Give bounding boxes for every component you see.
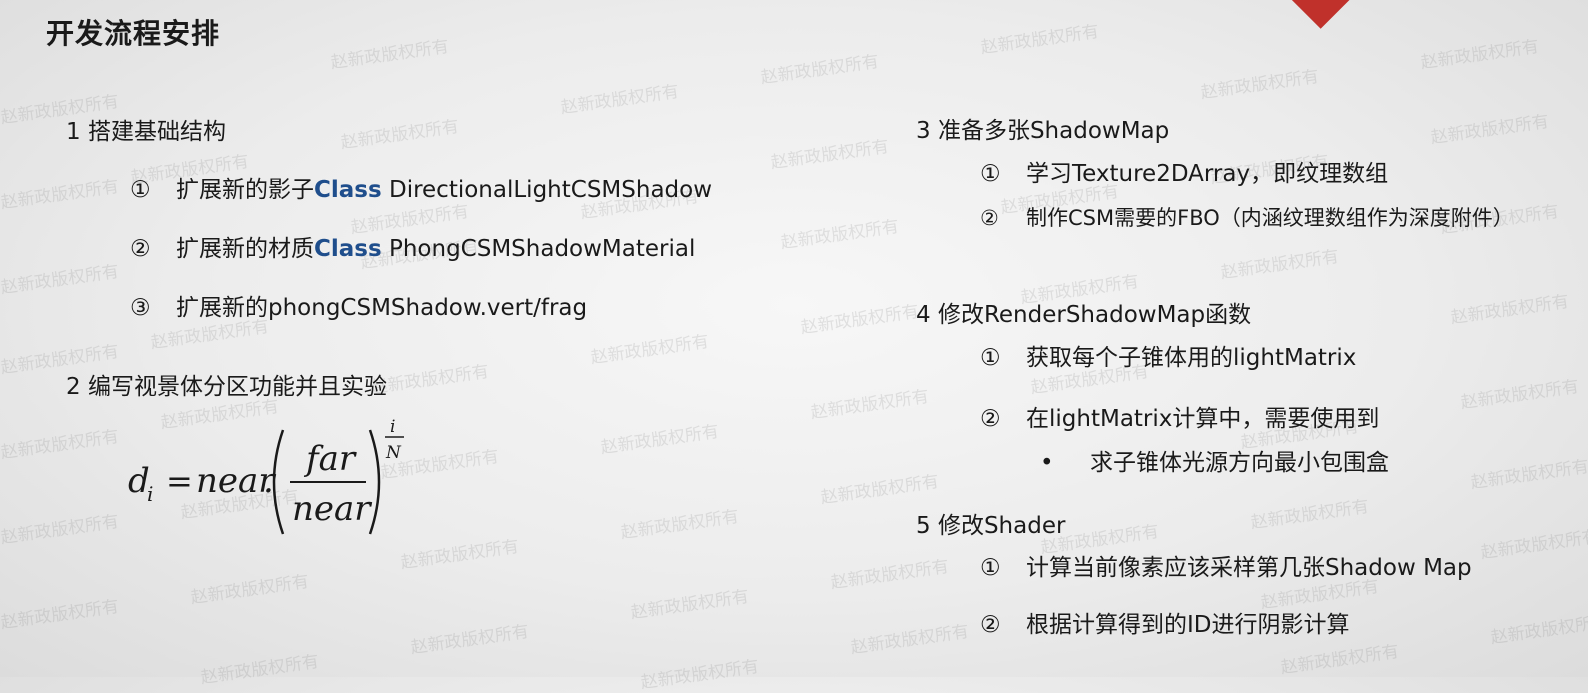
- watermark-text: 赵新政版权所有: [0, 176, 121, 214]
- page-title: 开发流程安排: [46, 17, 221, 50]
- formula-left-paren: [272, 429, 285, 535]
- section-4-item-2: ② 在lightMatrix计算中，需要使用到: [980, 399, 1379, 433]
- watermark-text: 赵新政版权所有: [409, 621, 531, 659]
- watermark-text: 赵新政版权所有: [329, 36, 451, 74]
- watermark-text: 赵新政版权所有: [1479, 526, 1588, 564]
- section-3-item-1: ① 学习Texture2DArray，即纹理数组: [980, 154, 1388, 188]
- item-text: 根据计算得到的ID进行阴影计算: [1026, 612, 1350, 638]
- class-keyword: Class: [314, 177, 382, 203]
- watermark-text: 赵新政版权所有: [1199, 66, 1321, 104]
- watermark-text: 赵新政版权所有: [799, 301, 921, 339]
- section-2-heading: 2 编写视景体分区功能并且实验: [66, 374, 387, 400]
- section-1-item-3: ③ 扩展新的phongCSMShadow.vert/frag: [130, 288, 587, 322]
- section-5-heading: 5 修改Shader: [916, 513, 1066, 539]
- watermark-text: 赵新政版权所有: [0, 511, 121, 549]
- item-text: 在lightMatrix计算中，需要使用到: [1026, 406, 1380, 432]
- item-number: ②: [980, 612, 1001, 638]
- corner-decoration: [1278, 0, 1352, 29]
- watermark-text: 赵新政版权所有: [1419, 36, 1541, 74]
- section-1-heading: 1 搭建基础结构: [66, 119, 226, 145]
- item-suffix: DirectionalLightCSMShadow: [381, 177, 713, 203]
- watermark-text: 赵新政版权所有: [0, 596, 121, 634]
- watermark-text: 赵新政版权所有: [629, 586, 751, 624]
- watermark-text: 赵新政版权所有: [829, 556, 951, 594]
- item-text: 制作CSM需要的FBO（内涵纹理数组作为深度附件）: [1026, 206, 1514, 230]
- section-5-item-2: ② 根据计算得到的ID进行阴影计算: [980, 605, 1350, 639]
- watermark-text: 赵新政版权所有: [1449, 291, 1571, 329]
- item-number: ①: [980, 345, 1001, 371]
- section-4-bullet: • 求子锥体光源方向最小包围盒: [1040, 443, 1389, 477]
- item-number: ②: [130, 236, 151, 262]
- watermark-text: 赵新政版权所有: [559, 81, 681, 119]
- bullet-text: 求子锥体光源方向最小包围盒: [1090, 450, 1389, 476]
- section-5-item-1: ① 计算当前像素应该采样第几张Shadow Map: [980, 548, 1472, 582]
- watermark-text: 赵新政版权所有: [639, 656, 761, 693]
- section-3-heading: 3 准备多张ShadowMap: [916, 118, 1170, 144]
- watermark-text: 赵新政版权所有: [1279, 641, 1401, 679]
- watermark-text: 赵新政版权所有: [339, 116, 461, 154]
- watermark-text: 赵新政版权所有: [369, 361, 491, 399]
- watermark-text: 赵新政版权所有: [199, 651, 321, 689]
- formula-equals: =: [166, 462, 193, 500]
- item-number: ②: [980, 206, 999, 230]
- watermark-text: 赵新政版权所有: [819, 471, 941, 509]
- item-text: 计算当前像素应该采样第几张Shadow Map: [1026, 555, 1472, 581]
- watermark-text: 赵新政版权所有: [849, 621, 971, 659]
- formula-exp-i: i: [390, 417, 395, 437]
- watermark-text: 赵新政版权所有: [0, 261, 121, 299]
- item-number: ③: [130, 295, 151, 321]
- item-number: ①: [980, 555, 1001, 581]
- watermark-text: 赵新政版权所有: [599, 421, 721, 459]
- watermark-text: 赵新政版权所有: [1219, 246, 1341, 284]
- watermark-text: 赵新政版权所有: [759, 51, 881, 89]
- watermark-text: 赵新政版权所有: [189, 571, 311, 609]
- split-formula: d i = near . far near i N: [128, 417, 404, 535]
- formula-near-denominator: near: [292, 489, 372, 529]
- item-text: 获取每个子锥体用的lightMatrix: [1026, 345, 1357, 371]
- watermark-text: 赵新政版权所有: [589, 331, 711, 369]
- watermark-text: 赵新政版权所有: [1429, 111, 1551, 149]
- section-4-item-1: ① 获取每个子锥体用的lightMatrix: [980, 338, 1356, 372]
- item-text: 扩展新的phongCSMShadow.vert/frag: [176, 295, 588, 321]
- item-number: ①: [130, 177, 151, 203]
- formula-exp-N: N: [385, 443, 402, 463]
- section-1-item-1: ① 扩展新的影子Class DirectionalLightCSMShadow: [130, 170, 712, 204]
- watermark-text: 赵新政版权所有: [1249, 496, 1371, 534]
- section-3-item-2: ② 制作CSM需要的FBO（内涵纹理数组作为深度附件）: [980, 202, 1514, 232]
- formula-far: far: [303, 439, 357, 479]
- formula-sub-i: i: [147, 482, 153, 506]
- watermark-text: 赵新政版权所有: [769, 136, 891, 174]
- watermark-text: 赵新政版权所有: [1489, 611, 1588, 649]
- section-1-item-2: ② 扩展新的材质Class PhongCSMShadowMaterial: [130, 229, 695, 263]
- watermark-text: 赵新政版权所有: [619, 506, 741, 544]
- item-suffix: PhongCSMShadowMaterial: [381, 236, 696, 262]
- item-text: 学习Texture2DArray，即纹理数组: [1026, 161, 1389, 187]
- section-4-heading: 4 修改RenderShadowMap函数: [916, 302, 1252, 328]
- formula-dot: .: [263, 461, 274, 501]
- item-prefix: 扩展新的影子: [176, 177, 314, 203]
- watermark-text: 赵新政版权所有: [1459, 376, 1581, 414]
- class-keyword: Class: [314, 236, 382, 262]
- watermark-text: 赵新政版权所有: [0, 426, 121, 464]
- watermark-text: 赵新政版权所有: [1469, 456, 1588, 494]
- bullet-mark: •: [1040, 450, 1054, 476]
- watermark-text: 赵新政版权所有: [779, 216, 901, 254]
- item-number: ②: [980, 406, 1001, 432]
- watermark-text: 赵新政版权所有: [979, 21, 1101, 59]
- watermark-text: 赵新政版权所有: [809, 386, 931, 424]
- item-number: ①: [980, 161, 1001, 187]
- formula-right-paren: [368, 429, 381, 535]
- item-prefix: 扩展新的材质: [176, 236, 314, 262]
